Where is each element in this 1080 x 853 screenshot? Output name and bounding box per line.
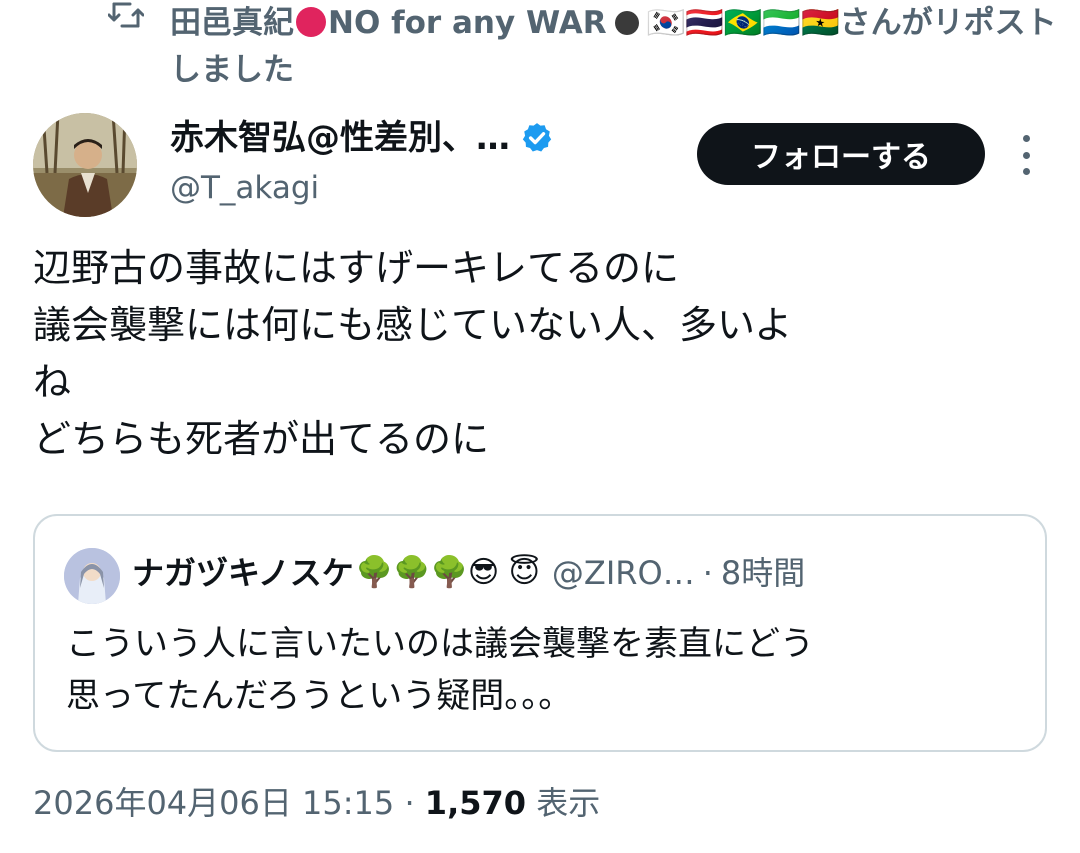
tweet-line: 辺野古の事故にはすげーキレてるのに <box>33 246 680 290</box>
reposter-name-rest: NO for any WAR <box>328 5 607 41</box>
tweet-timestamp[interactable]: 2026年04月06日 15:15 <box>33 784 394 822</box>
author-avatar[interactable] <box>33 113 137 217</box>
red-circle-icon <box>296 7 326 37</box>
quoted-author-handle: @ZIRO… <box>551 554 695 592</box>
quoted-author-avatar <box>64 548 120 604</box>
quoted-author-name: ナガヅキノスケ <box>132 554 354 592</box>
quoted-tweet-header: ナガヅキノスケ 🌳🌳🌳😎 😇 @ZIRO… · 8時間 <box>132 550 1022 596</box>
tweet-line: ね <box>33 360 72 404</box>
meta-separator: · <box>404 784 415 822</box>
quoted-author-emojis: 🌳🌳🌳😎 😇 <box>355 555 540 590</box>
quoted-tweet-time: 8時間 <box>720 554 806 592</box>
author-display-name[interactable]: 赤木智弘@性差別、… <box>170 116 554 160</box>
author-handle[interactable]: @T_akagi <box>170 168 319 208</box>
reposter-name: 田邑真紀 <box>170 5 294 41</box>
separator-dot: · <box>702 554 713 592</box>
display-name-text: 赤木智弘@性差別、… <box>170 118 510 158</box>
views-count: 1,570 <box>424 784 527 822</box>
views-label: 表示 <box>536 784 601 822</box>
country-flags: 🇰🇷🇹🇭🇧🇷🇸🇱🇬🇭 <box>646 5 840 41</box>
tweet-meta: 2026年04月06日 15:15 · 1,570 表示 <box>33 780 600 826</box>
verified-badge-icon <box>520 121 554 155</box>
quoted-tweet-line: 思ってたんだろうという疑問。。。 <box>66 676 573 716</box>
repost-attribution[interactable]: 田邑真紀 NO for any WAR 🇰🇷🇹🇭🇧🇷🇸🇱🇬🇭さんがリポストしました <box>170 0 1070 94</box>
black-circle-icon <box>614 11 639 35</box>
quoted-tweet-line: こういう人に言いたいのは議会襲撃を素直にどう <box>66 624 814 664</box>
tweet-line: どちらも死者が出てるのに <box>33 417 490 461</box>
quoted-tweet-text: こういう人に言いたいのは議会襲撃を素直にどう 思ってたんだろうという疑問。。。 <box>66 618 1026 722</box>
tweet-line: 議会襲撃には何にも感じていない人、多いよ <box>33 303 793 347</box>
tweet-text: 辺野古の事故にはすげーキレてるのに 議会襲撃には何にも感じていない人、多いよ ね… <box>33 240 1043 468</box>
more-options-icon[interactable] <box>1018 135 1034 175</box>
follow-button[interactable]: フォローする <box>697 123 985 185</box>
repost-icon <box>107 0 145 30</box>
